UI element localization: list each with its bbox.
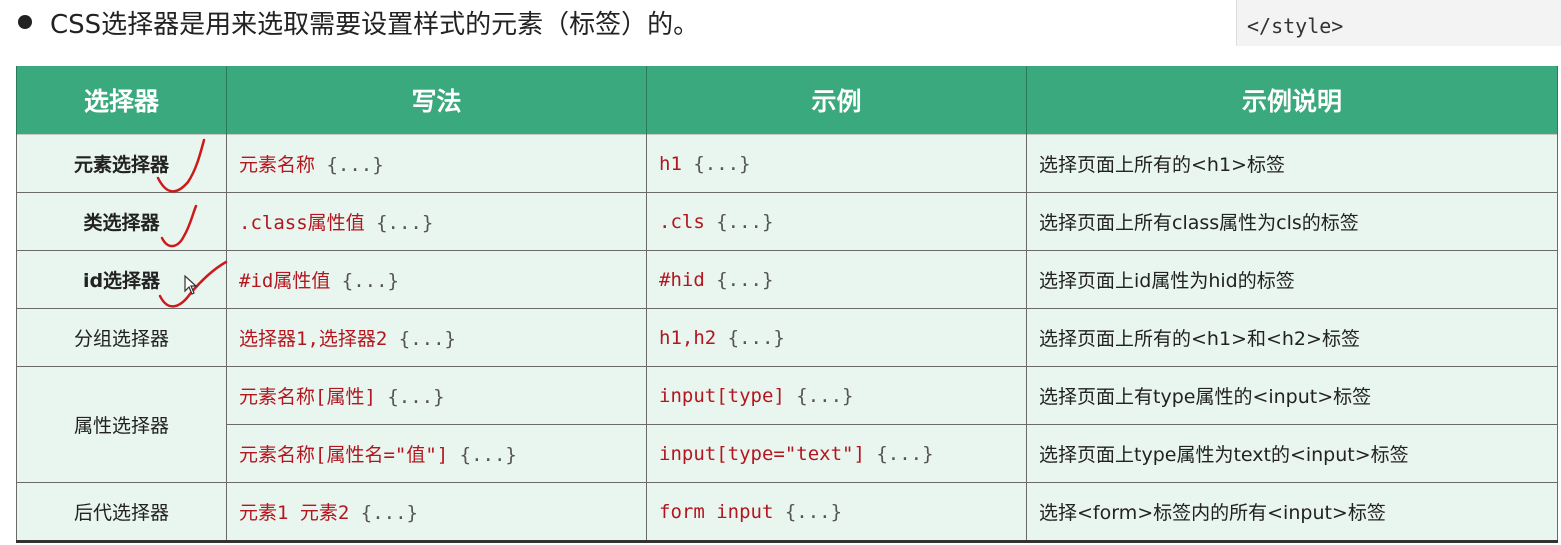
syntax-cell: 元素名称[属性] {...} <box>226 366 647 425</box>
example-cell: .cls {...} <box>646 192 1027 251</box>
description-cell: 选择<form>标签内的所有<input>标签 <box>1026 482 1558 543</box>
syntax-cell: 元素名称[属性名="值"] {...} <box>226 424 647 483</box>
header-description: 示例说明 <box>1026 66 1558 135</box>
bullet-heading: CSS选择器是用来选取需要设置样式的元素（标签）的。 <box>18 4 699 40</box>
bullet-dot-icon <box>18 15 32 29</box>
style-close-tag: </style> <box>1247 14 1344 38</box>
table-row: 分组选择器 选择器1,选择器2 {...} h1,h2 {...} 选择页面上所… <box>16 308 1558 367</box>
table-row: id选择器 #id属性值 {...} #hid {...} 选择页面上id属性为… <box>16 250 1558 309</box>
table-row: 后代选择器 元素1 元素2 {...} form input {...} 选择<… <box>16 482 1558 543</box>
selector-name: 属性选择器 <box>16 366 227 483</box>
table-row: 元素选择器 元素名称 {...} h1 {...} 选择页面上所有的<h1>标签 <box>16 134 1558 193</box>
selector-name: 类选择器 <box>16 192 227 251</box>
table-row: 元素名称[属性名="值"] {...} input[type="text"] {… <box>17 424 1558 483</box>
table-row: 类选择器 .class属性值 {...} .cls {...} 选择页面上所有c… <box>16 192 1558 251</box>
selector-name: 分组选择器 <box>16 308 227 367</box>
header-example: 示例 <box>646 66 1027 135</box>
example-cell: h1,h2 {...} <box>646 308 1027 367</box>
syntax-cell: 选择器1,选择器2 {...} <box>226 308 647 367</box>
description-cell: 选择页面上所有的<h1>和<h2>标签 <box>1026 308 1558 367</box>
description-cell: 选择页面上所有class属性为cls的标签 <box>1026 192 1558 251</box>
description-cell: 选择页面上id属性为hid的标签 <box>1026 250 1558 309</box>
example-cell: #hid {...} <box>646 250 1027 309</box>
description-cell: 选择页面上type属性为text的<input>标签 <box>1026 424 1558 483</box>
syntax-cell: #id属性值 {...} <box>226 250 647 309</box>
code-snippet: </style> <box>1236 0 1561 46</box>
example-cell: h1 {...} <box>646 134 1027 193</box>
heading-text: CSS选择器是用来选取需要设置样式的元素（标签）的。 <box>50 9 700 40</box>
description-cell: 选择页面上有type属性的<input>标签 <box>1026 366 1558 425</box>
example-cell: input[type="text"] {...} <box>646 424 1027 483</box>
syntax-cell: .class属性值 {...} <box>226 192 647 251</box>
mouse-cursor-icon <box>184 275 198 295</box>
table-row: 属性选择器 元素名称[属性] {...} input[type] {...} 选… <box>16 366 1558 483</box>
selector-table: 选择器 写法 示例 示例说明 元素选择器 元素名称 {...} h1 {...}… <box>16 66 1558 543</box>
selector-name: 元素选择器 <box>16 134 227 193</box>
selector-name: 后代选择器 <box>16 482 227 543</box>
syntax-cell: 元素名称 {...} <box>226 134 647 193</box>
table-header-row: 选择器 写法 示例 示例说明 <box>16 66 1558 135</box>
example-cell: input[type] {...} <box>646 366 1027 425</box>
header-syntax: 写法 <box>226 66 647 135</box>
syntax-cell: 元素1 元素2 {...} <box>226 482 647 543</box>
description-cell: 选择页面上所有的<h1>标签 <box>1026 134 1558 193</box>
example-cell: form input {...} <box>646 482 1027 543</box>
header-selector: 选择器 <box>16 66 227 135</box>
